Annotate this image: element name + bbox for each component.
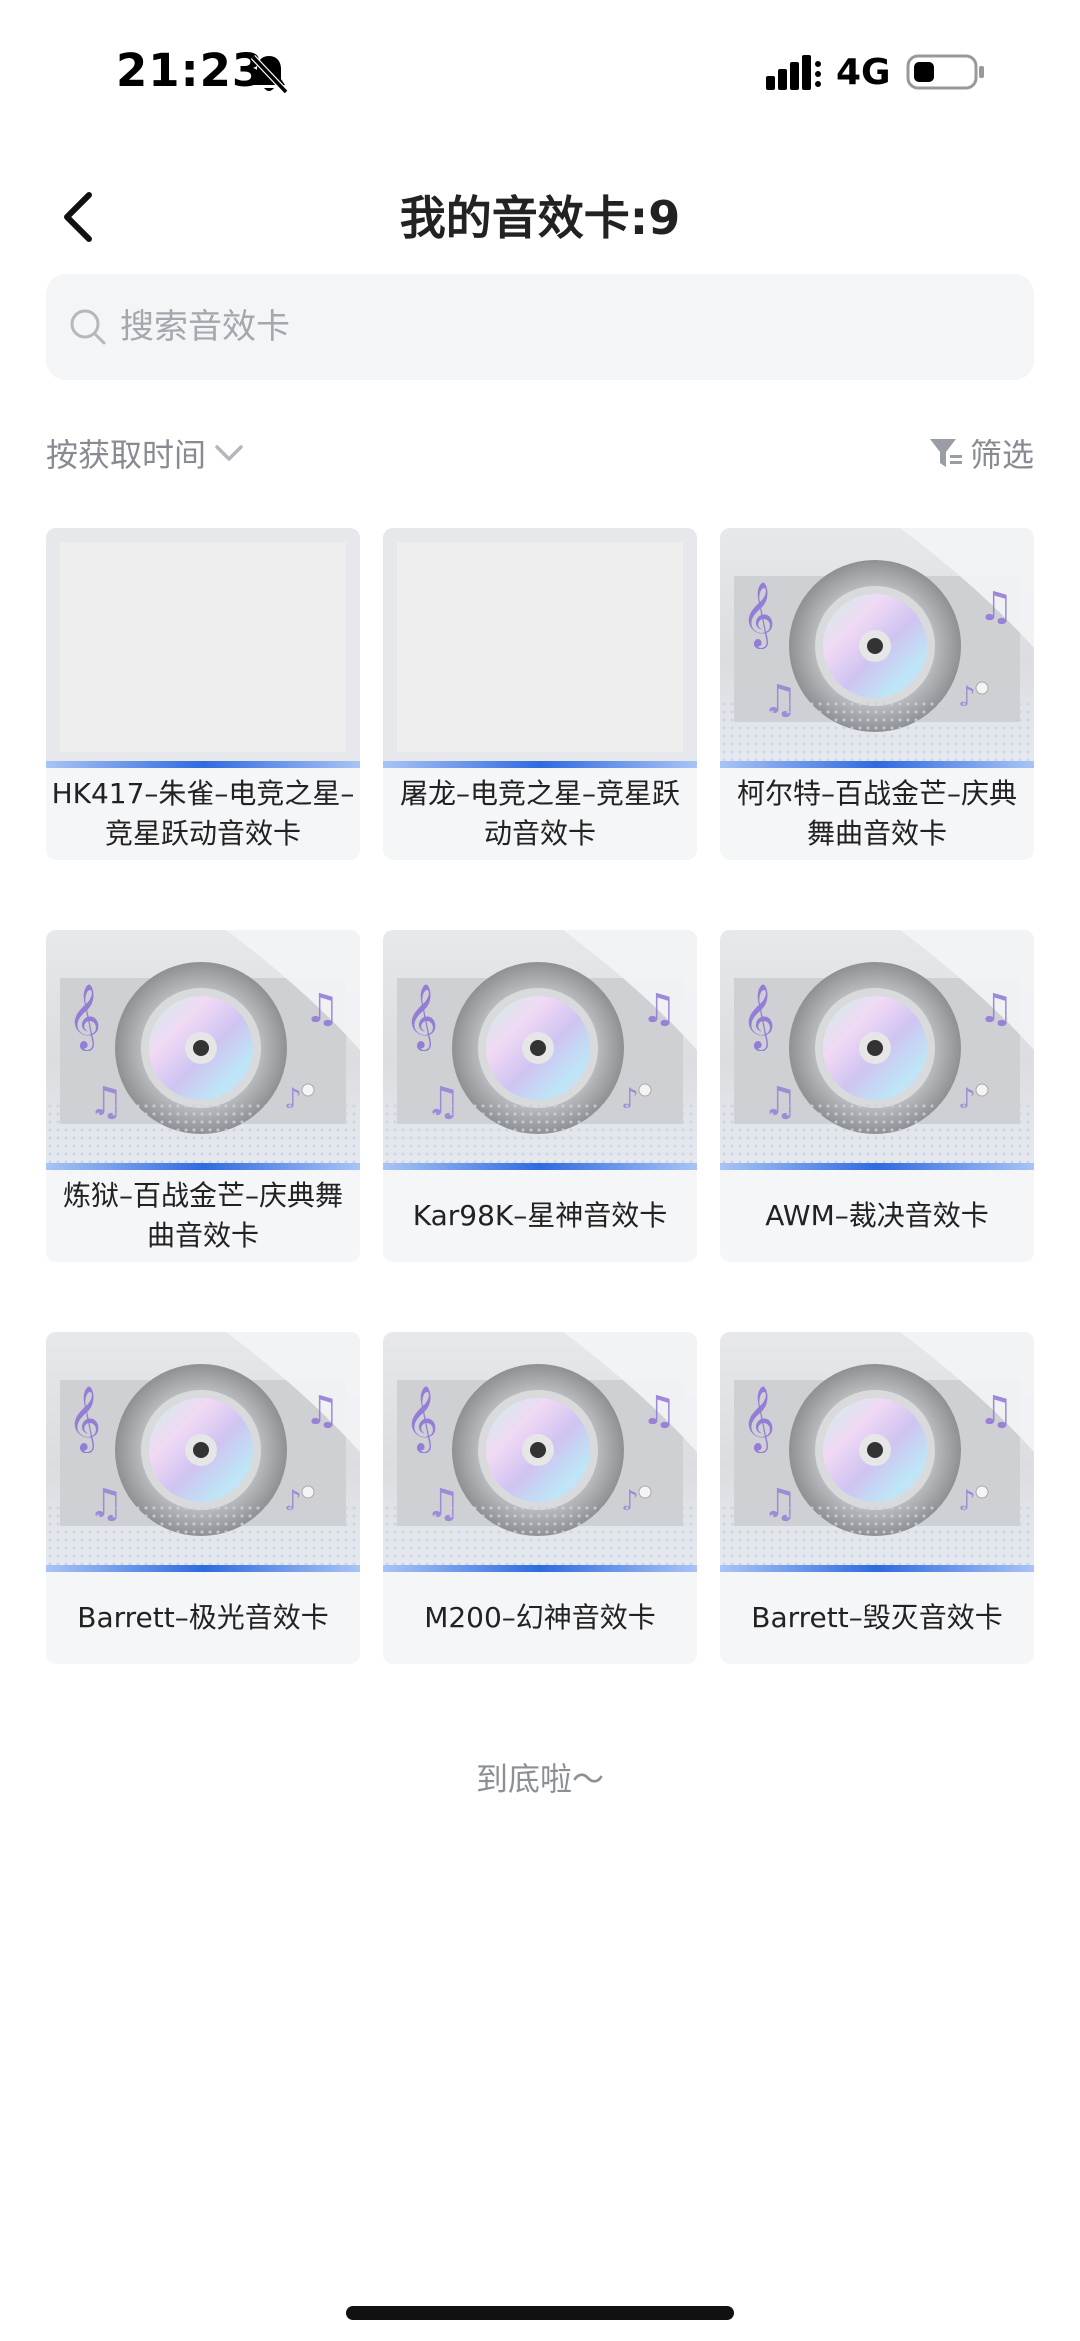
sound-card[interactable]: 𝄞 ♫ ♫ ♪ Kar98K–星神音效卡	[383, 930, 697, 1262]
sort-label: 按获取时间	[46, 436, 207, 474]
svg-text:♫: ♫	[978, 986, 1014, 1032]
card-label: 屠龙–电竞之星–竞星跃动音效卡	[399, 777, 680, 850]
svg-text:𝄞: 𝄞	[742, 984, 775, 1051]
search-box[interactable]	[46, 274, 1034, 380]
card-label: AWM–裁决音效卡	[765, 1199, 989, 1232]
sound-card[interactable]: 𝄞 ♫ ♫ ♪ Barrett–毁灭音效卡	[720, 1332, 1034, 1664]
image-placeholder	[397, 542, 683, 752]
network-label: 4G	[836, 52, 891, 93]
filter-icon	[929, 439, 962, 467]
svg-text:𝄞: 𝄞	[742, 1386, 775, 1453]
card-accent-line	[720, 761, 1034, 768]
filter-button[interactable]: 筛选	[928, 428, 1034, 478]
home-indicator[interactable]	[346, 2306, 734, 2320]
svg-text:𝄞: 𝄞	[68, 984, 101, 1051]
card-label: Barrett–毁灭音效卡	[751, 1601, 1003, 1634]
image-placeholder	[60, 542, 346, 752]
card-accent-line	[383, 1565, 697, 1572]
filter-label: 筛选	[969, 436, 1034, 474]
search-icon	[70, 309, 106, 345]
card-label: Kar98K–星神音效卡	[412, 1199, 668, 1232]
sound-card[interactable]: 𝄞 ♫ ♫ ♪ M200–幻神音效卡	[383, 1332, 697, 1664]
battery-icon	[906, 54, 984, 90]
card-accent-line	[46, 761, 360, 768]
svg-text:♫: ♫	[641, 986, 677, 1032]
sound-card[interactable]: HK417–朱雀–电竞之星–竞星跃动音效卡	[46, 528, 360, 860]
svg-text:♫: ♫	[304, 1388, 340, 1434]
card-accent-line	[46, 1565, 360, 1572]
dot-pattern	[46, 1102, 360, 1164]
card-accent-line	[383, 761, 697, 768]
card-image: 𝄞 ♫ ♫ ♪	[46, 930, 360, 1170]
chevron-down-icon	[215, 445, 243, 461]
card-image: 𝄞 ♫ ♫ ♪	[383, 1332, 697, 1572]
svg-text:♫: ♫	[641, 1388, 677, 1434]
card-label: M200–幻神音效卡	[424, 1601, 656, 1634]
svg-text:𝄞: 𝄞	[68, 1386, 101, 1453]
dot-pattern	[720, 1102, 1034, 1164]
card-label: 炼狱–百战金芒–庆典舞曲音效卡	[62, 1179, 343, 1252]
card-accent-line	[720, 1163, 1034, 1170]
status-time: 21:23	[116, 44, 265, 97]
card-accent-line	[46, 1163, 360, 1170]
nav-bar: 我的音效卡:9	[0, 160, 1080, 260]
dot-pattern	[46, 1504, 360, 1566]
dot-pattern	[720, 700, 1034, 762]
dot-pattern	[720, 1504, 1034, 1566]
card-image: 𝄞 ♫ ♫ ♪	[720, 1332, 1034, 1572]
card-image	[383, 528, 697, 768]
svg-text:♫: ♫	[304, 986, 340, 1032]
card-label: Barrett–极光音效卡	[77, 1601, 329, 1634]
svg-text:𝄞: 𝄞	[405, 984, 438, 1051]
card-image: 𝄞 ♫ ♫ ♪	[383, 930, 697, 1170]
status-bar: 21:23 4G	[0, 0, 1080, 150]
bell-slash-icon	[250, 54, 289, 95]
sound-card[interactable]: 𝄞 ♫ ♫ ♪ 柯尔特–百战金芒–庆典舞曲音效卡	[720, 528, 1034, 860]
signal-icon	[766, 55, 821, 90]
dot-pattern	[383, 1102, 697, 1164]
sort-dropdown[interactable]: 按获取时间	[46, 428, 246, 478]
card-accent-line	[383, 1163, 697, 1170]
svg-text:𝄞: 𝄞	[405, 1386, 438, 1453]
sound-card-grid: HK417–朱雀–电竞之星–竞星跃动音效卡 屠龙–电竞之星–竞星跃动音效卡 𝄞 ♫…	[46, 528, 1034, 1664]
card-image	[46, 528, 360, 768]
sound-card[interactable]: 𝄞 ♫ ♫ ♪ AWM–裁决音效卡	[720, 930, 1034, 1262]
page-title: 我的音效卡:9	[399, 191, 681, 245]
dot-pattern	[383, 1504, 697, 1566]
sound-card[interactable]: 屠龙–电竞之星–竞星跃动音效卡	[383, 528, 697, 860]
card-image: 𝄞 ♫ ♫ ♪	[720, 528, 1034, 768]
card-accent-line	[720, 1565, 1034, 1572]
card-label: HK417–朱雀–电竞之星–竞星跃动音效卡	[51, 777, 355, 850]
svg-text:♫: ♫	[978, 1388, 1014, 1434]
search-input[interactable]	[120, 307, 1034, 347]
card-label: 柯尔特–百战金芒–庆典舞曲音效卡	[736, 777, 1017, 850]
card-image: 𝄞 ♫ ♫ ♪	[720, 930, 1034, 1170]
sound-card[interactable]: 𝄞 ♫ ♫ ♪ Barrett–极光音效卡	[46, 1332, 360, 1664]
end-of-list-text: 到底啦～	[475, 1760, 604, 1798]
svg-text:𝄞: 𝄞	[742, 582, 775, 649]
svg-text:♫: ♫	[978, 584, 1014, 630]
sound-card[interactable]: 𝄞 ♫ ♫ ♪ 炼狱–百战金芒–庆典舞曲音效卡	[46, 930, 360, 1262]
card-image: 𝄞 ♫ ♫ ♪	[46, 1332, 360, 1572]
